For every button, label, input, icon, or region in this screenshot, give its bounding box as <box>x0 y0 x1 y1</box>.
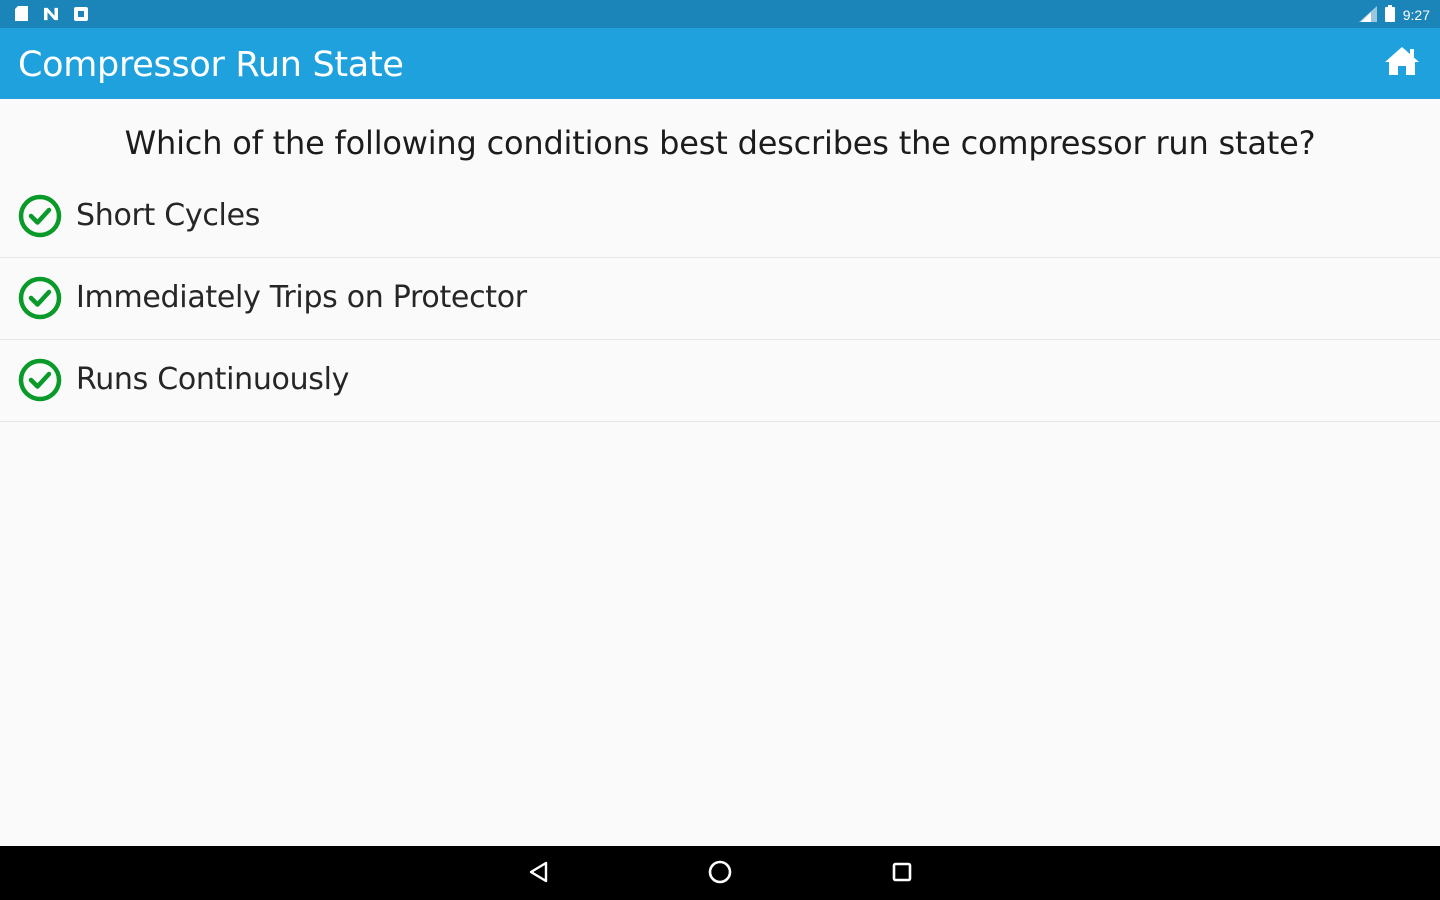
app-bar: Compressor Run State <box>0 28 1440 99</box>
status-bar: 9:27 <box>0 0 1440 28</box>
signal-icon <box>1358 5 1377 25</box>
answer-label: Runs Continuously <box>76 362 350 397</box>
status-left-icons <box>14 6 88 21</box>
page-title: Compressor Run State <box>18 45 404 85</box>
battery-icon <box>1384 5 1395 25</box>
question-text: Which of the following conditions best d… <box>124 124 1316 162</box>
home-icon <box>1384 45 1420 82</box>
check-circle-icon <box>18 276 62 320</box>
home-button[interactable] <box>1384 45 1420 82</box>
answer-option-immediately-trips[interactable]: Immediately Trips on Protector <box>0 258 1440 340</box>
answer-option-runs-continuously[interactable]: Runs Continuously <box>0 340 1440 422</box>
back-button[interactable] <box>525 860 553 888</box>
notification-square-icon <box>74 6 88 21</box>
home-circle-icon <box>707 859 733 890</box>
answer-option-short-cycles[interactable]: Short Cycles <box>0 176 1440 258</box>
answer-label: Immediately Trips on Protector <box>76 280 527 315</box>
recents-button[interactable] <box>888 860 916 888</box>
status-right: 9:27 <box>1358 5 1430 25</box>
n-icon <box>44 6 58 21</box>
status-time: 9:27 <box>1402 7 1430 23</box>
answer-list: Short Cycles Immediately Trips on Protec… <box>0 176 1440 422</box>
system-nav-bar <box>0 846 1440 900</box>
check-circle-icon <box>18 194 62 238</box>
content-area: Which of the following conditions best d… <box>0 99 1440 846</box>
answer-label: Short Cycles <box>76 198 261 233</box>
recents-icon <box>890 860 914 889</box>
home-nav-button[interactable] <box>706 860 734 888</box>
sd-card-icon <box>14 6 28 21</box>
check-circle-icon <box>18 358 62 402</box>
back-icon <box>527 860 551 889</box>
